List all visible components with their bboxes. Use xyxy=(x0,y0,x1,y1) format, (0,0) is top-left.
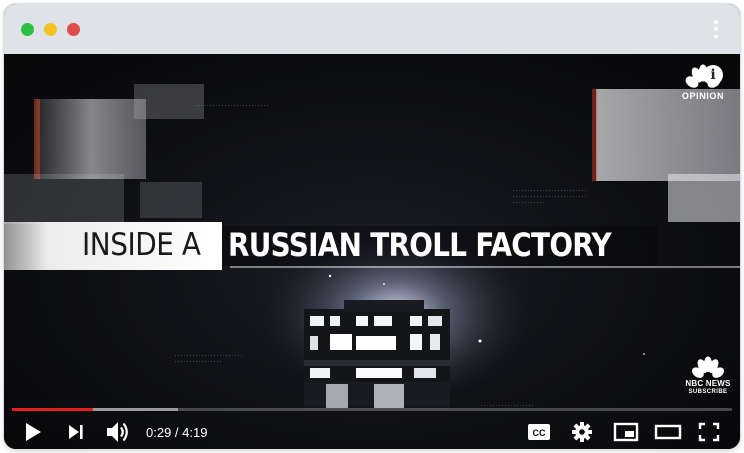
next-button[interactable] xyxy=(66,418,86,446)
settings-button[interactable] xyxy=(570,418,594,446)
progress-played xyxy=(12,408,93,411)
kebab-menu-icon[interactable] xyxy=(708,17,724,41)
browser-window: ......................... ..............… xyxy=(4,4,740,449)
time-display: 0:29 / 4:19 xyxy=(146,425,208,440)
code-overlay: ....................... ................ xyxy=(174,352,244,364)
fullscreen-icon xyxy=(698,422,720,442)
minimize-button[interactable] xyxy=(44,23,57,36)
video-player[interactable]: ......................... ..............… xyxy=(4,54,740,449)
miniplayer-icon xyxy=(613,422,639,442)
info-icon[interactable]: i xyxy=(703,65,723,85)
gear-icon xyxy=(572,422,592,442)
play-icon xyxy=(26,423,41,441)
miniplayer-button[interactable] xyxy=(612,418,640,446)
subscribe-label: SUBSCRIBE xyxy=(688,389,728,395)
code-overlay: ......................... ..............… xyxy=(512,187,588,205)
next-icon xyxy=(69,425,83,439)
svg-text:CC: CC xyxy=(533,428,546,438)
maximize-button[interactable] xyxy=(21,23,34,36)
play-button[interactable] xyxy=(22,418,44,446)
headline-light-text: INSIDE A xyxy=(82,227,201,263)
player-controls: 0:29 / 4:19 CC xyxy=(4,414,740,449)
theater-mode-icon xyxy=(654,424,682,440)
theater-mode-button[interactable] xyxy=(654,418,682,446)
headline-bold-text: RUSSIAN TROLL FACTORY xyxy=(228,226,612,264)
fullscreen-button[interactable] xyxy=(696,418,722,446)
close-button[interactable] xyxy=(67,23,80,36)
headline-banner: INSIDE A RUSSIAN TROLL FACTORY xyxy=(4,222,740,270)
code-overlay: ......................... xyxy=(194,102,270,108)
title-bar xyxy=(4,4,740,54)
volume-icon xyxy=(107,422,128,442)
opinion-label: OPINION xyxy=(681,91,725,101)
captions-button[interactable]: CC xyxy=(526,418,552,446)
volume-button[interactable] xyxy=(104,418,134,446)
nbc-peacock-icon xyxy=(691,356,725,378)
nbc-news-label: NBC NEWS xyxy=(685,379,731,388)
progress-bar[interactable] xyxy=(12,408,732,411)
nbc-news-subscribe-badge[interactable]: NBC NEWS SUBSCRIBE xyxy=(684,356,732,396)
captions-icon: CC xyxy=(528,424,550,440)
